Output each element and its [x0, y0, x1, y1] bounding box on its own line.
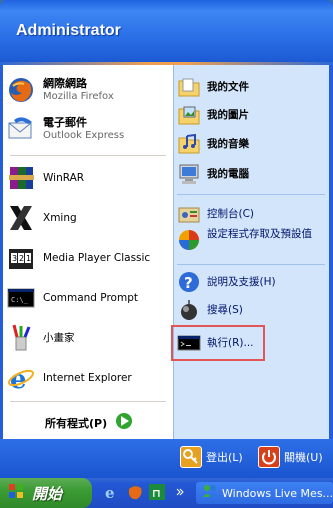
command-prompt-icon: C:\_	[6, 283, 36, 313]
green-arrow-icon	[115, 412, 133, 434]
all-programs-label: 所有程式(P)	[45, 417, 108, 430]
system-item-control-panel[interactable]: 控制台(C)	[177, 202, 327, 226]
place-label: 我的電腦	[207, 167, 249, 180]
svg-text:?: ?	[184, 274, 193, 292]
paint-icon	[6, 323, 36, 353]
quicklaunch-app-icon[interactable]: ⊓	[148, 483, 166, 501]
start-menu-header: Administrator	[0, 0, 333, 62]
recent-item-cmd[interactable]: C:\_ Command Prompt	[6, 283, 166, 313]
taskbar-item-messenger[interactable]: Windows Live Mes...	[196, 482, 333, 504]
recent-item-paint[interactable]: 小畫家	[6, 323, 166, 353]
recent-label: WinRAR	[43, 171, 85, 184]
my-pictures-icon	[177, 103, 201, 127]
winrar-icon	[6, 163, 36, 193]
all-programs-button[interactable]: 所有程式(P)	[45, 412, 133, 434]
svg-text:e: e	[10, 365, 27, 393]
key-icon	[180, 446, 202, 468]
control-panel-icon	[177, 202, 201, 226]
firefox-icon	[6, 75, 36, 105]
system-separator	[177, 264, 325, 265]
pinned-subtitle: Mozilla Firefox	[43, 91, 114, 102]
place-item-computer[interactable]: 我的電腦	[177, 162, 327, 186]
pinned-title: 電子郵件	[43, 116, 87, 129]
shutdown-button[interactable]: 關機(U)	[258, 446, 323, 468]
place-item-pictures[interactable]: 我的圖片	[177, 103, 327, 127]
quicklaunch-firefox-icon[interactable]	[126, 483, 144, 501]
place-item-music[interactable]: 我的音樂	[177, 132, 327, 156]
messenger-icon	[202, 483, 218, 503]
recent-label: Command Prompt	[43, 291, 138, 304]
program-access-icon	[177, 228, 201, 252]
start-label: 開始	[32, 484, 63, 503]
help-icon: ?	[177, 270, 201, 294]
place-label: 我的文件	[207, 80, 249, 93]
recent-item-mpc[interactable]: 321 Media Player Classic	[6, 243, 166, 273]
recent-label: Xming	[43, 211, 77, 224]
internet-explorer-icon: e	[6, 363, 36, 395]
place-label: 我的圖片	[207, 108, 249, 121]
xming-icon	[6, 203, 36, 233]
tool-item-search[interactable]: 搜尋(S)	[177, 298, 327, 322]
search-icon	[177, 298, 201, 322]
recent-label: Media Player Classic	[43, 251, 151, 264]
svg-text:2: 2	[19, 254, 24, 263]
pinned-item-internet[interactable]: 網際網路 Mozilla Firefox	[6, 75, 166, 105]
my-documents-icon	[177, 75, 201, 99]
quicklaunch-overflow-icon[interactable]	[175, 483, 185, 501]
recent-item-ie[interactable]: e Internet Explorer	[6, 363, 166, 395]
place-label: 我的音樂	[207, 137, 249, 150]
power-icon	[258, 446, 280, 468]
svg-text:1: 1	[26, 254, 31, 263]
svg-text:e: e	[105, 484, 115, 501]
recent-separator	[10, 401, 166, 402]
username-label: Administrator	[16, 22, 121, 39]
recent-label: 小畫家	[43, 331, 75, 344]
tool-label: 說明及支援(H)	[207, 275, 276, 288]
svg-text:⊓: ⊓	[152, 487, 161, 500]
logoff-button[interactable]: 登出(L)	[180, 446, 243, 468]
quicklaunch-ie-icon[interactable]: e	[103, 483, 121, 502]
media-player-classic-icon: 321	[6, 243, 36, 273]
my-computer-icon	[177, 162, 201, 186]
svg-text:3: 3	[12, 254, 17, 263]
system-item-program-access[interactable]: 設定程式存取及預設值	[177, 228, 327, 252]
tool-label: 搜尋(S)	[207, 303, 243, 316]
pinned-item-email[interactable]: 電子郵件 Outlook Express	[6, 114, 166, 144]
tool-item-help[interactable]: ? 說明及支援(H)	[177, 270, 327, 294]
places-separator	[177, 194, 325, 195]
svg-text:C:\_: C:\_	[11, 296, 29, 304]
pinned-title: 網際網路	[43, 77, 87, 90]
place-item-documents[interactable]: 我的文件	[177, 75, 327, 99]
recent-item-winrar[interactable]: WinRAR	[6, 163, 166, 193]
shutdown-label: 關機(U)	[284, 451, 323, 464]
my-music-icon	[177, 132, 201, 156]
system-label: 控制台(C)	[207, 207, 255, 220]
start-menu: Administrator 網際網路 Mozilla Firefox 電子郵件 Ou…	[0, 0, 333, 478]
run-highlight-box	[171, 325, 265, 361]
taskbar-item-label: Windows Live Mes...	[222, 486, 333, 500]
logoff-label: 登出(L)	[206, 451, 243, 464]
outlook-express-icon	[6, 114, 36, 144]
system-label: 設定程式存取及預設值	[207, 228, 312, 240]
pinned-separator	[10, 155, 166, 156]
pinned-subtitle: Outlook Express	[43, 130, 125, 141]
recent-label: Internet Explorer	[43, 371, 132, 384]
windows-logo-icon	[8, 483, 24, 503]
start-button[interactable]: 開始	[0, 478, 92, 508]
recent-item-xming[interactable]: Xming	[6, 203, 166, 233]
